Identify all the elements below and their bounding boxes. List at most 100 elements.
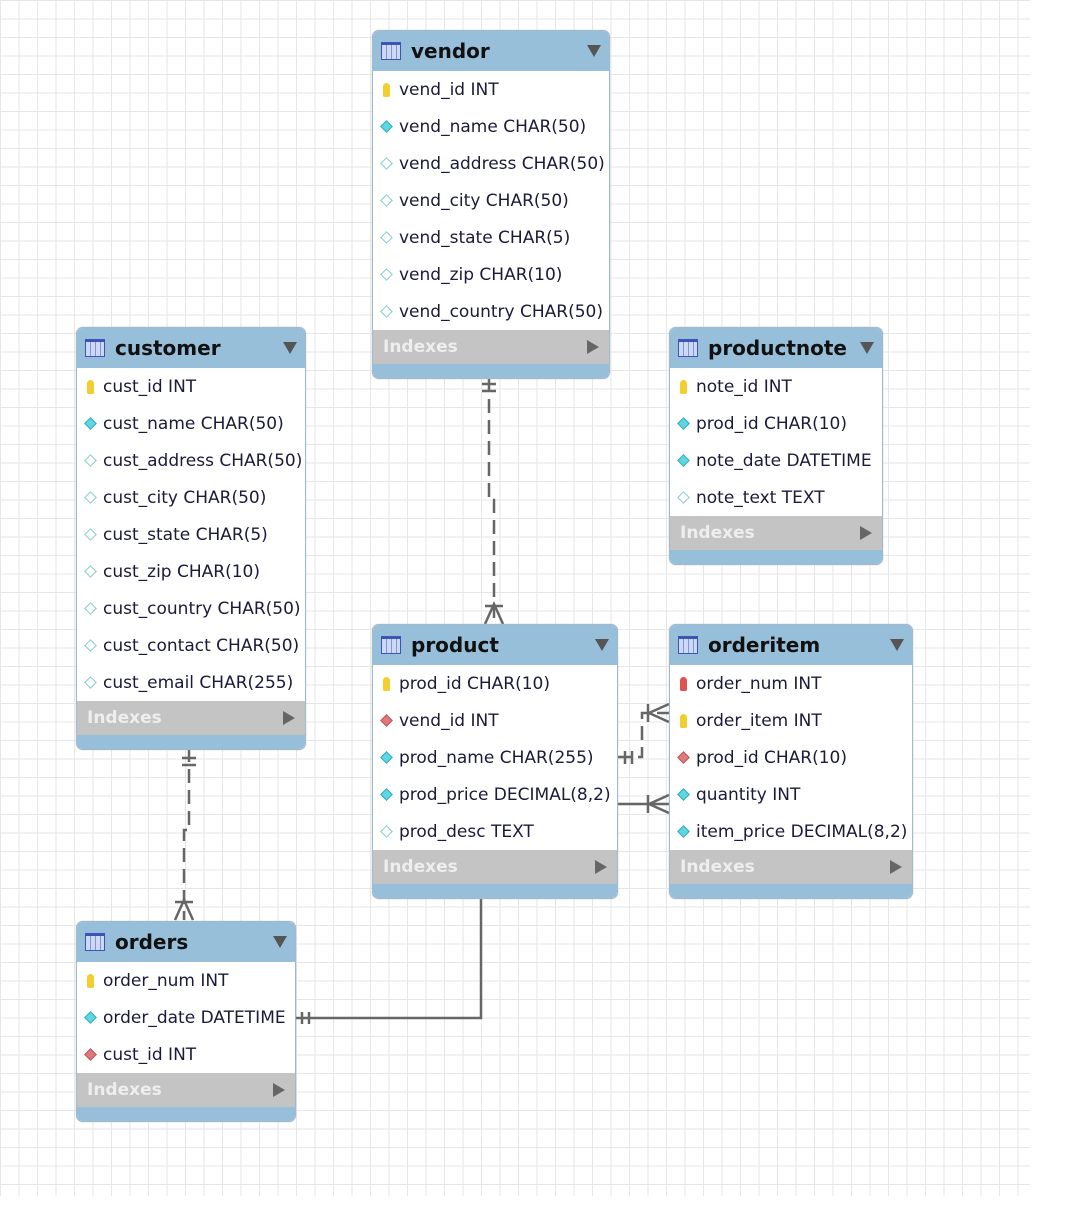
table-productnote[interactable]: productnote note_id INT prod_id CHAR(10) n… (669, 327, 883, 565)
primary-key-icon (86, 973, 94, 988)
column-label: order_date DATETIME (103, 1007, 286, 1028)
column-label: note_date DATETIME (696, 450, 872, 471)
column-row[interactable]: quantity INT (670, 776, 912, 813)
column-row[interactable]: prod_price DECIMAL(8,2) (373, 776, 617, 813)
indexes-section[interactable]: Indexes (77, 1073, 295, 1107)
column-row[interactable]: cust_name CHAR(50) (77, 405, 305, 442)
table-orders[interactable]: orders order_num INT order_date DATETIME c… (76, 921, 296, 1122)
column-row[interactable]: vend_address CHAR(50) (373, 145, 609, 182)
table-vendor[interactable]: vendor vend_id INT vend_name CHAR(50) vend… (372, 30, 610, 379)
indexes-section[interactable]: Indexes (373, 850, 617, 884)
column-label: vend_zip CHAR(10) (399, 264, 563, 285)
collapse-arrow-icon[interactable] (595, 639, 609, 651)
column-row[interactable]: cust_state CHAR(5) (77, 516, 305, 553)
column-row[interactable]: note_text TEXT (670, 479, 882, 516)
table-header[interactable]: orderitem (670, 625, 912, 665)
table-header[interactable]: vendor (373, 31, 609, 71)
table-header[interactable]: product (373, 625, 617, 665)
rel-customer-orders (182, 748, 191, 920)
table-orderitem[interactable]: orderitem order_num INT order_item INT pro… (669, 624, 913, 899)
table-icon (678, 339, 698, 357)
column-row[interactable]: prod_id CHAR(10) (670, 739, 912, 776)
not-null-diamond-icon (379, 751, 393, 764)
column-row[interactable]: cust_country CHAR(50) (77, 590, 305, 627)
column-label: cust_zip CHAR(10) (103, 561, 260, 582)
indexes-label: Indexes (680, 523, 755, 543)
table-header[interactable]: productnote (670, 328, 882, 368)
table-footer (77, 1107, 295, 1121)
column-label: cust_id INT (103, 376, 197, 397)
column-row[interactable]: cust_address CHAR(50) (77, 442, 305, 479)
indexes-label: Indexes (383, 857, 458, 877)
collapse-arrow-icon[interactable] (273, 936, 287, 948)
column-row[interactable]: item_price DECIMAL(8,2) (670, 813, 912, 850)
table-name: customer (115, 336, 221, 360)
table-header[interactable]: customer (77, 328, 305, 368)
expand-arrow-icon[interactable] (890, 860, 902, 874)
table-product[interactable]: product prod_id CHAR(10) vend_id INT prod_… (372, 624, 618, 899)
column-row[interactable]: cust_city CHAR(50) (77, 479, 305, 516)
column-label: prod_id CHAR(10) (399, 673, 551, 694)
indexes-section[interactable]: Indexes (77, 701, 305, 735)
indexes-section[interactable]: Indexes (670, 850, 912, 884)
column-row[interactable]: order_num INT (77, 962, 295, 999)
column-row[interactable]: vend_id INT (373, 702, 617, 739)
column-row[interactable]: prod_id CHAR(10) (670, 405, 882, 442)
nullable-diamond-icon (379, 231, 393, 244)
column-row[interactable]: vend_city CHAR(50) (373, 182, 609, 219)
column-row[interactable]: order_item INT (670, 702, 912, 739)
column-label: quantity INT (696, 784, 801, 805)
indexes-section[interactable]: Indexes (373, 330, 609, 364)
not-null-diamond-icon (676, 788, 690, 801)
column-label: item_price DECIMAL(8,2) (696, 821, 908, 842)
collapse-arrow-icon[interactable] (283, 342, 297, 354)
expand-arrow-icon[interactable] (595, 860, 607, 874)
table-footer (373, 364, 609, 378)
column-label: note_id INT (696, 376, 792, 397)
column-label: cust_city CHAR(50) (103, 487, 267, 508)
column-row[interactable]: prod_id CHAR(10) (373, 665, 617, 702)
column-row[interactable]: prod_desc TEXT (373, 813, 617, 850)
column-label: vend_id INT (399, 710, 499, 731)
foreign-key-diamond-icon (379, 714, 393, 727)
nullable-diamond-icon (379, 268, 393, 281)
column-row[interactable]: note_id INT (670, 368, 882, 405)
expand-arrow-icon[interactable] (860, 526, 872, 540)
not-null-diamond-icon (83, 1011, 97, 1024)
column-row[interactable]: vend_zip CHAR(10) (373, 256, 609, 293)
table-icon (85, 339, 105, 357)
column-row[interactable]: order_date DATETIME (77, 999, 295, 1036)
table-header[interactable]: orders (77, 922, 295, 962)
column-row[interactable]: vend_name CHAR(50) (373, 108, 609, 145)
nullable-diamond-icon (83, 602, 97, 615)
column-row[interactable]: order_num INT (670, 665, 912, 702)
column-label: prod_id CHAR(10) (696, 413, 848, 434)
expand-arrow-icon[interactable] (273, 1083, 285, 1097)
column-row[interactable]: cust_zip CHAR(10) (77, 553, 305, 590)
column-row[interactable]: cust_id INT (77, 1036, 295, 1073)
table-name: orderitem (708, 633, 821, 657)
column-label: vend_country CHAR(50) (399, 301, 603, 322)
column-row[interactable]: cust_id INT (77, 368, 305, 405)
column-row[interactable]: note_date DATETIME (670, 442, 882, 479)
indexes-section[interactable]: Indexes (670, 516, 882, 550)
collapse-arrow-icon[interactable] (890, 639, 904, 651)
column-row[interactable]: prod_name CHAR(255) (373, 739, 617, 776)
expand-arrow-icon[interactable] (283, 711, 295, 725)
column-label: order_num INT (103, 970, 229, 991)
column-label: vend_city CHAR(50) (399, 190, 569, 211)
column-label: cust_country CHAR(50) (103, 598, 301, 619)
table-customer[interactable]: customer cust_id INT cust_name CHAR(50) cu… (76, 327, 306, 750)
column-row[interactable]: cust_contact CHAR(50) (77, 627, 305, 664)
collapse-arrow-icon[interactable] (860, 342, 874, 354)
column-row[interactable]: vend_id INT (373, 71, 609, 108)
nullable-diamond-icon (83, 565, 97, 578)
column-row[interactable]: vend_state CHAR(5) (373, 219, 609, 256)
column-row[interactable]: cust_email CHAR(255) (77, 664, 305, 701)
not-null-diamond-icon (676, 417, 690, 430)
column-row[interactable]: vend_country CHAR(50) (373, 293, 609, 330)
not-null-diamond-icon (676, 825, 690, 838)
expand-arrow-icon[interactable] (587, 340, 599, 354)
collapse-arrow-icon[interactable] (587, 45, 601, 57)
primary-key-icon (382, 82, 390, 97)
